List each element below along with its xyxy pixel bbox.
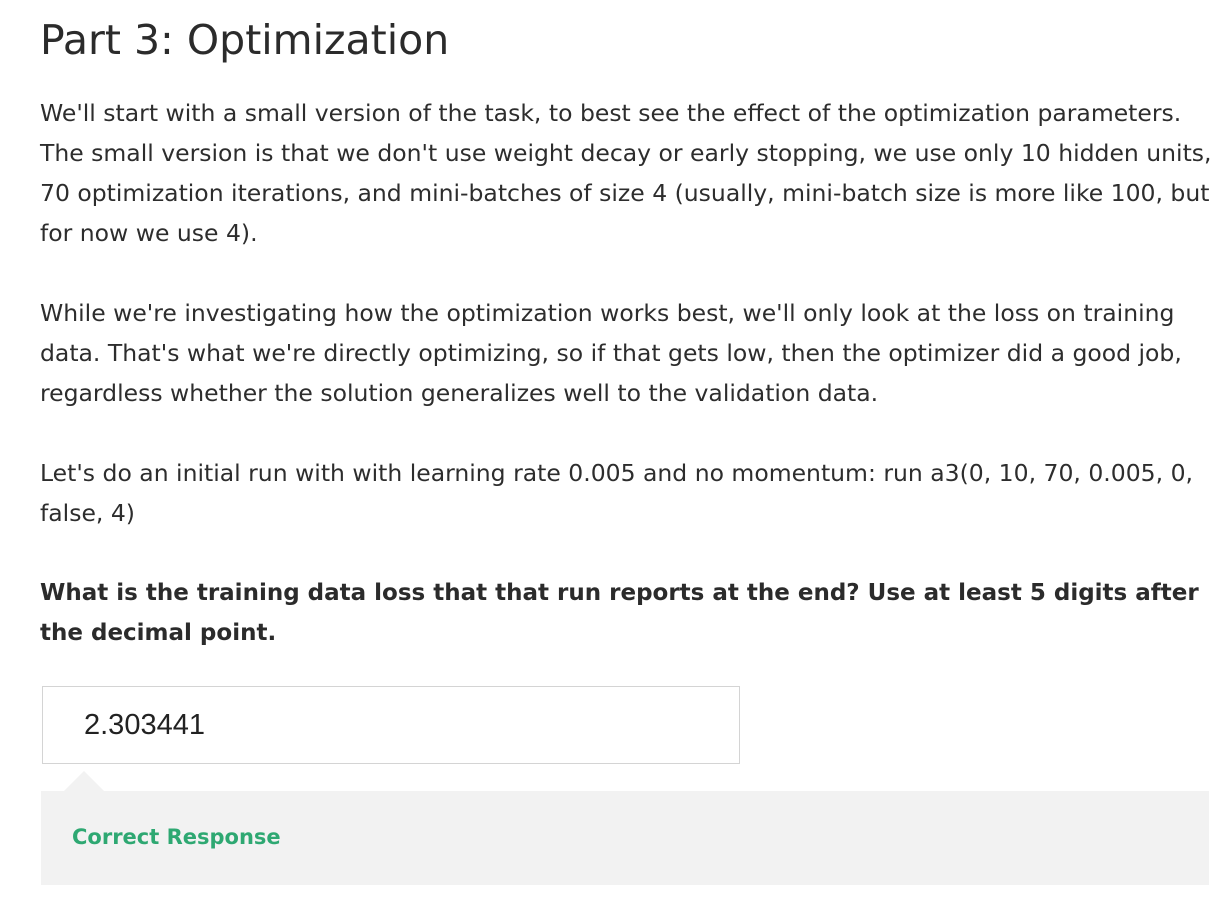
correct-response-label: Correct Response [72,825,281,849]
initial-run-paragraph: Let's do an initial run with with learni… [40,459,1193,527]
feedback-box: Correct Response [41,791,1209,885]
question-prompt: What is the training data loss that that… [40,580,1199,646]
training-loss-paragraph: While we're investigating how the optimi… [40,299,1182,407]
feedback-pointer [64,771,104,791]
page-title: Part 3: Optimization [40,16,450,64]
intro-paragraph: We'll start with a small version of the … [40,99,1212,247]
answer-input[interactable] [42,686,740,764]
